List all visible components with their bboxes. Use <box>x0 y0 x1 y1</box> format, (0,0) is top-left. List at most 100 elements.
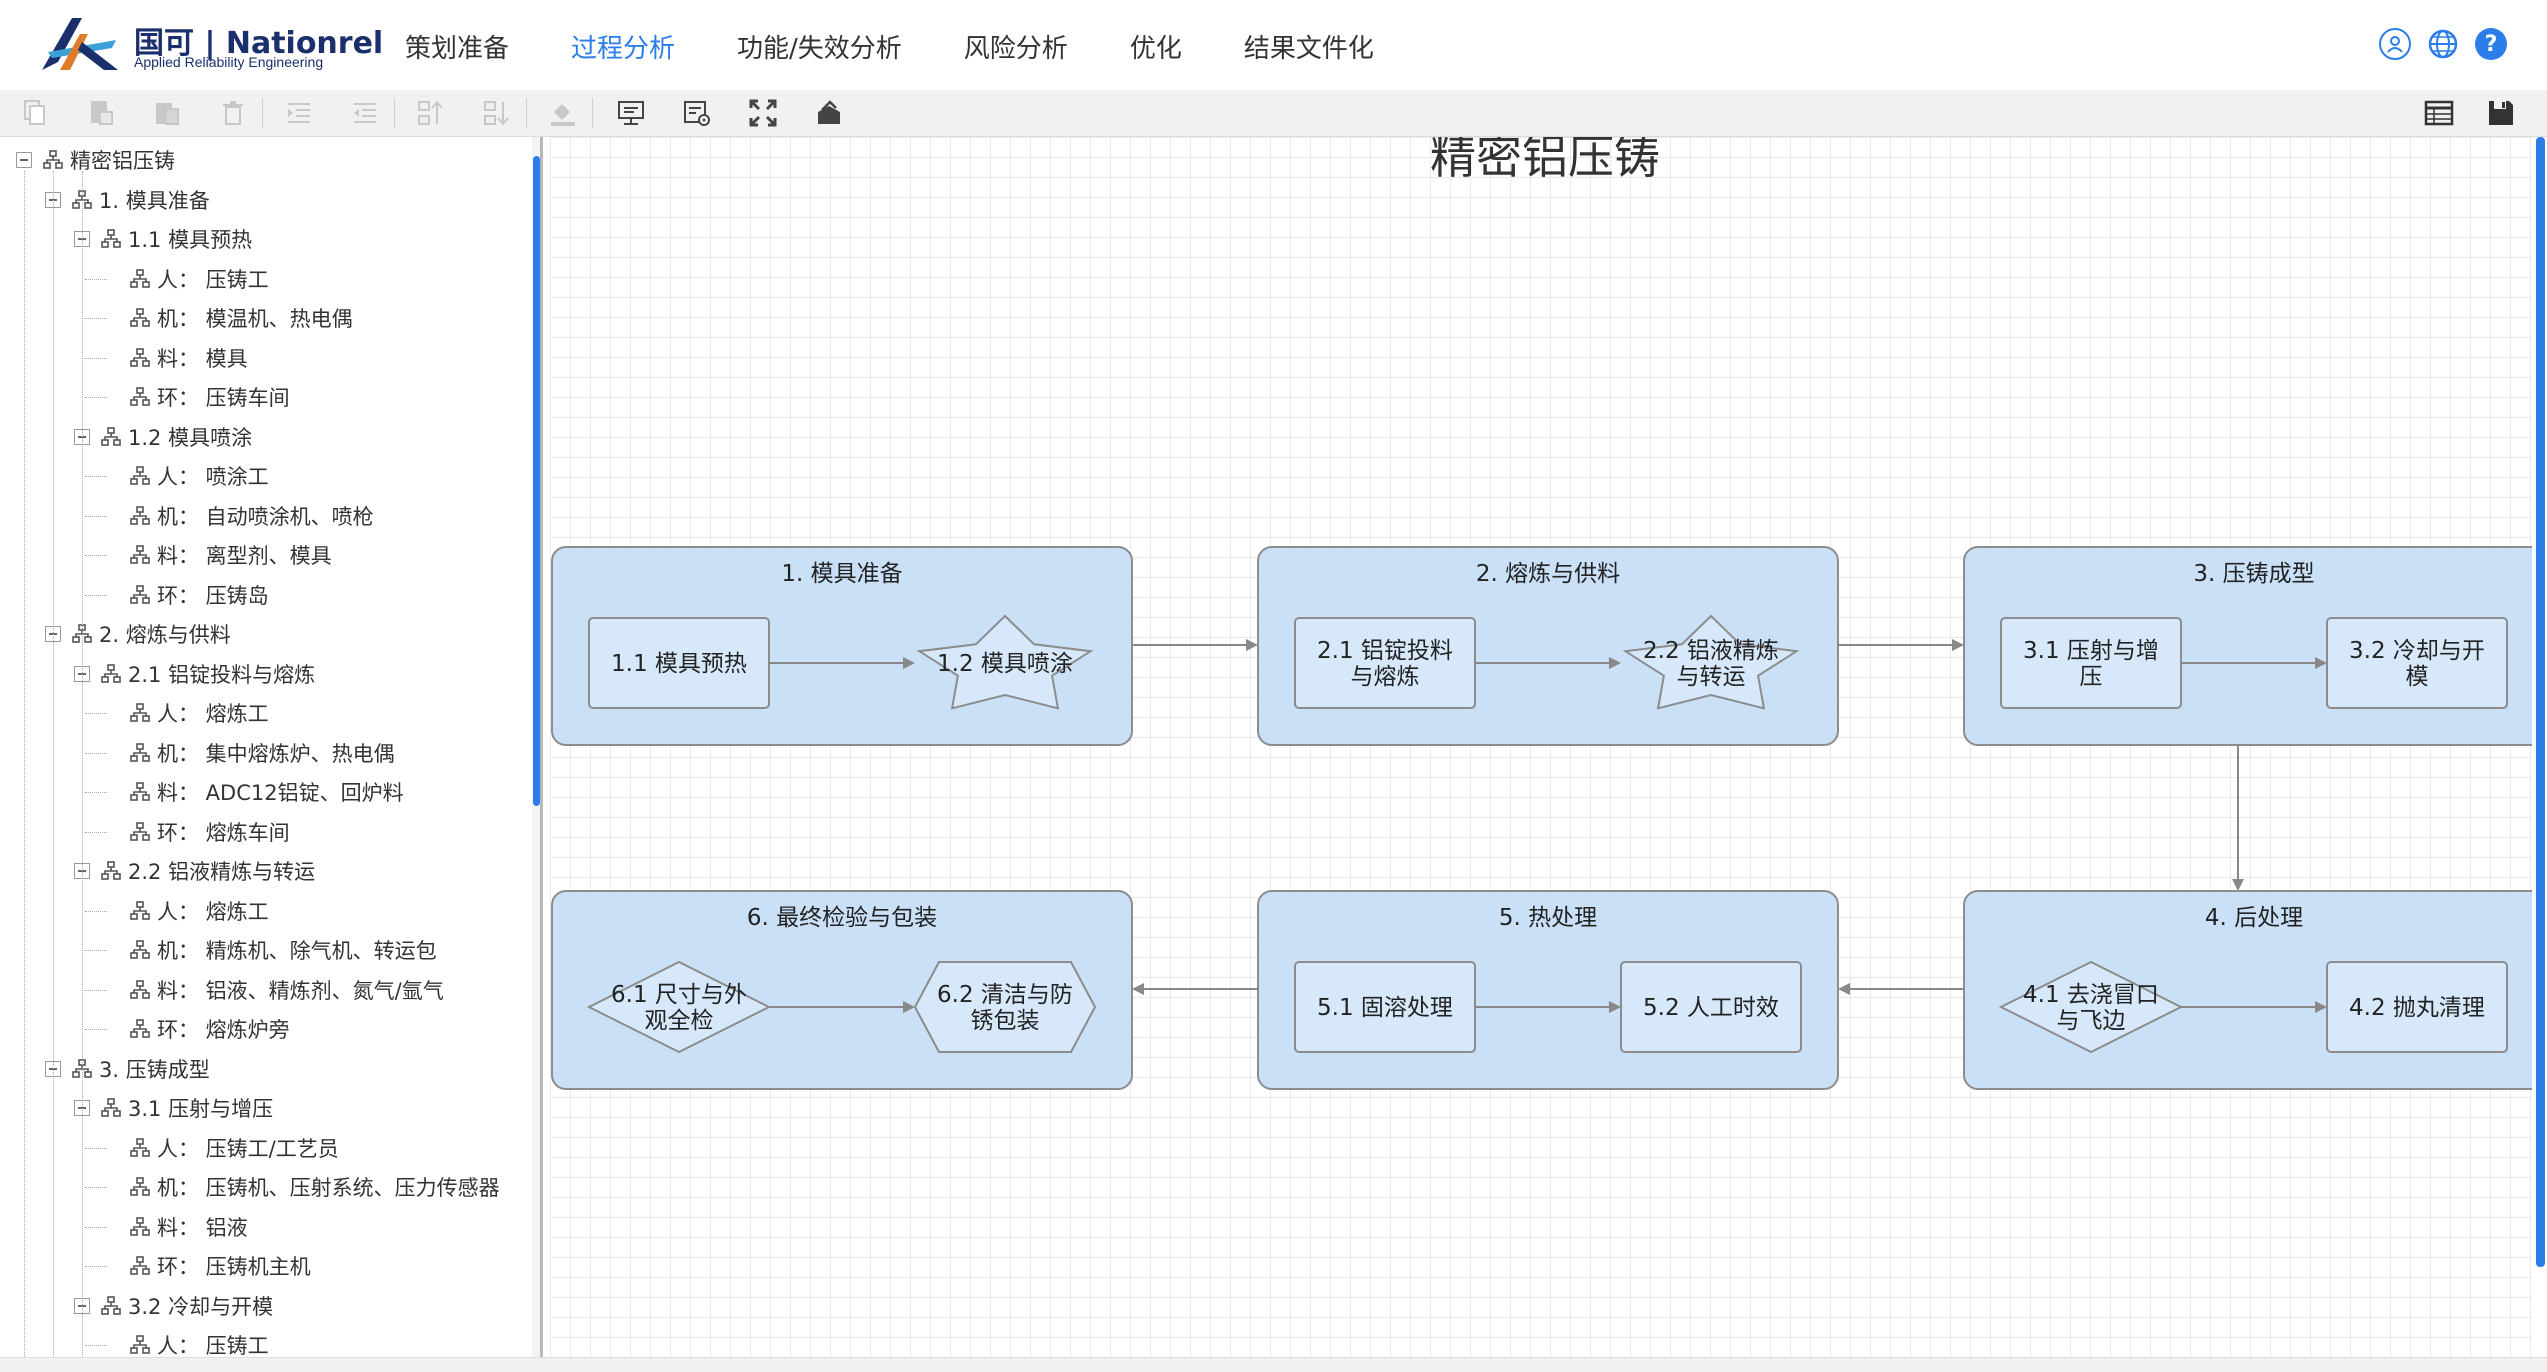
process-step-label: 与转运 <box>1677 664 1746 690</box>
nav-item-0[interactable]: 策划准备 <box>405 0 509 90</box>
tree-node[interactable]: 3.2 冷却与开模 <box>74 1287 273 1325</box>
tree-node[interactable]: 料： 铝液 <box>103 1208 248 1246</box>
tree-node[interactable]: 环： 压铸车间 <box>103 378 290 416</box>
globe-icon[interactable] <box>2427 28 2459 60</box>
process-group[interactable]: 4. 后处理 4.1 去浇冒口与飞边 4.2 抛丸清理 <box>1963 890 2532 1090</box>
save-icon[interactable] <box>2484 96 2518 130</box>
tree-node[interactable]: 1. 模具准备 <box>45 181 210 219</box>
tree-node-label: 3.2 冷却与开模 <box>128 1294 274 1319</box>
horizontal-scrollbar[interactable] <box>0 1357 2547 1372</box>
app-header: 国可 | Nationrel Applied Reliability Engin… <box>0 0 2547 90</box>
toolbar-separator <box>592 98 593 128</box>
nav-item-3[interactable]: 风险分析 <box>964 0 1068 90</box>
tree-scrollbar-thumb[interactable] <box>533 156 540 806</box>
tree-node[interactable]: 料： ADC12铝锭、回炉料 <box>103 773 404 811</box>
layout-icon[interactable] <box>812 96 846 130</box>
tree-node[interactable]: 料： 模具 <box>103 339 248 377</box>
tree-node[interactable]: 机： 模温机、热电偶 <box>103 299 353 337</box>
tree-node[interactable]: 人： 熔炼工 <box>103 892 269 930</box>
tree-node[interactable]: 机： 集中熔炼炉、热电偶 <box>103 734 395 772</box>
tree-node[interactable]: 人： 压铸工 <box>103 260 269 298</box>
company-logo[interactable]: 国可 | Nationrel Applied Reliability Engin… <box>38 12 383 74</box>
process-group[interactable]: 3. 压铸成型 3.1 压射与增压 3.2 冷却与开模 <box>1963 546 2532 746</box>
process-group[interactable]: 2. 熔炼与供料 2.1 铝锭投料与熔炼 2.2 铝液精炼与转运 <box>1257 546 1839 746</box>
tree-node-label: 机： 压铸机、压射系统、压力传感器 <box>157 1176 500 1200</box>
tree-node-label: 2.2 铝液精炼与转运 <box>128 860 316 884</box>
nav-item-1[interactable]: 过程分析 <box>571 0 675 90</box>
tree-node[interactable]: 环： 熔炼炉旁 <box>103 1010 290 1048</box>
tree-guide-line <box>82 171 83 1357</box>
outdent-icon[interactable] <box>348 96 382 130</box>
tree-node[interactable]: 机： 精炼机、除气机、转运包 <box>103 931 437 969</box>
node-icon <box>130 1256 150 1275</box>
tree-node[interactable]: 人： 熔炼工 <box>103 694 269 732</box>
tree-node-label: 1.1 模具预热 <box>128 228 253 252</box>
process-group[interactable]: 1. 模具准备 1.1 模具预热 1.2 模具喷涂 <box>551 546 1133 746</box>
process-step-label: 与飞边 <box>2057 1008 2126 1034</box>
tree-connector <box>85 1147 107 1149</box>
tree-node[interactable]: 环： 压铸岛 <box>103 576 269 614</box>
tree-node[interactable]: 1.2 模具喷涂 <box>74 418 252 456</box>
tree-node[interactable]: 机： 自动喷涂机、喷枪 <box>103 497 374 535</box>
fill-color-icon[interactable] <box>546 96 580 130</box>
process-group[interactable]: 6. 最终检验与包装 6.1 尺寸与外观全检 6.2 清洁与防锈包装 <box>551 890 1133 1090</box>
nav-item-2[interactable]: 功能/失效分析 <box>737 0 902 90</box>
paste-icon[interactable] <box>84 96 118 130</box>
tree-connector <box>85 278 107 280</box>
tree-node[interactable]: 环： 熔炼车间 <box>103 813 290 851</box>
process-step-label: 5.2 人工时效 <box>1643 995 1779 1021</box>
copy-icon[interactable] <box>18 96 52 130</box>
tree-node-label: 1.2 模具喷涂 <box>128 425 253 450</box>
tree-node-label: 人： 压铸工 <box>157 267 269 292</box>
help-icon[interactable]: ? <box>2475 28 2507 60</box>
tree-node[interactable]: 人： 喷涂工 <box>103 457 269 495</box>
tree-node[interactable]: 人： 压铸工/工艺员 <box>103 1129 339 1167</box>
tree-connector <box>85 910 107 912</box>
tree-node-label: 环： 压铸车间 <box>157 386 290 410</box>
tree-node[interactable]: 1.1 模具预热 <box>74 220 252 258</box>
header-actions: ? <box>2379 28 2507 60</box>
tree-node[interactable]: 2.1 铝锭投料与熔炼 <box>74 655 315 693</box>
tree-node[interactable]: 2.2 铝液精炼与转运 <box>74 852 315 890</box>
process-step-label: 5.1 固溶处理 <box>1317 995 1453 1021</box>
tree-node[interactable]: 机： 压铸机、压射系统、压力传感器 <box>103 1168 500 1206</box>
tree-node[interactable]: 3. 压铸成型 <box>45 1050 210 1088</box>
tree-node[interactable]: 人： 压铸工 <box>103 1326 269 1357</box>
delete-icon[interactable] <box>216 96 250 130</box>
tree-connector <box>85 989 107 991</box>
process-group[interactable]: 5. 热处理 5.1 固溶处理 5.2 人工时效 <box>1257 890 1839 1090</box>
process-group-title: 5. 热处理 <box>1499 905 1597 931</box>
node-icon <box>130 308 150 327</box>
indent-icon[interactable] <box>282 96 316 130</box>
fullscreen-icon[interactable] <box>746 96 780 130</box>
clipboard-icon[interactable] <box>150 96 184 130</box>
display-icon[interactable] <box>614 96 648 130</box>
node-icon <box>130 940 150 959</box>
tree-node-label: 2. 熔炼与供料 <box>99 623 231 647</box>
process-step-label: 6.2 清洁与防 <box>937 982 1073 1008</box>
process-flow-diagram: 精密铝压铸 1. 模具准备 1.1 模具预热 1.2 模具喷涂 2. 熔炼与供料 2.1 … <box>551 137 2532 1090</box>
tree-node-label: 机： 自动喷涂机、喷枪 <box>157 504 374 529</box>
collapse-toggle-icon[interactable] <box>16 152 32 168</box>
logo-tagline: Applied Reliability Engineering <box>134 54 324 70</box>
table-icon[interactable] <box>2422 96 2456 130</box>
tree-node-label: 人： 熔炼工 <box>157 899 269 924</box>
tree-node[interactable]: 精密铝压铸 <box>16 141 175 179</box>
tree-node[interactable]: 料： 铝液、精炼剂、氮气/氩气 <box>103 971 444 1009</box>
diagram-canvas[interactable]: 精密铝压铸 1. 模具准备 1.1 模具预热 1.2 模具喷涂 2. 熔炼与供料 2.1 … <box>550 137 2532 1357</box>
process-step-label: 2.1 铝锭投料 <box>1317 638 1453 664</box>
node-icon <box>130 584 150 604</box>
main-nav: 策划准备 过程分析 功能/失效分析 风险分析 优化 结果文件化 <box>405 0 1436 90</box>
nav-item-5[interactable]: 结果文件化 <box>1244 0 1374 90</box>
tree-node[interactable]: 3.1 压射与增压 <box>74 1089 273 1127</box>
tree-node[interactable]: 料： 离型剂、模具 <box>103 536 332 574</box>
node-icon <box>130 1137 150 1157</box>
tree-node[interactable]: 环： 压铸机主机 <box>103 1247 311 1285</box>
user-icon[interactable] <box>2379 28 2411 60</box>
tree-node[interactable]: 2. 熔炼与供料 <box>45 615 231 653</box>
nav-item-4[interactable]: 优化 <box>1130 0 1182 90</box>
settings-icon[interactable] <box>680 96 714 130</box>
move-up-icon[interactable] <box>414 96 448 130</box>
canvas-scrollbar[interactable] <box>2536 137 2545 1267</box>
move-down-icon[interactable] <box>480 96 514 130</box>
